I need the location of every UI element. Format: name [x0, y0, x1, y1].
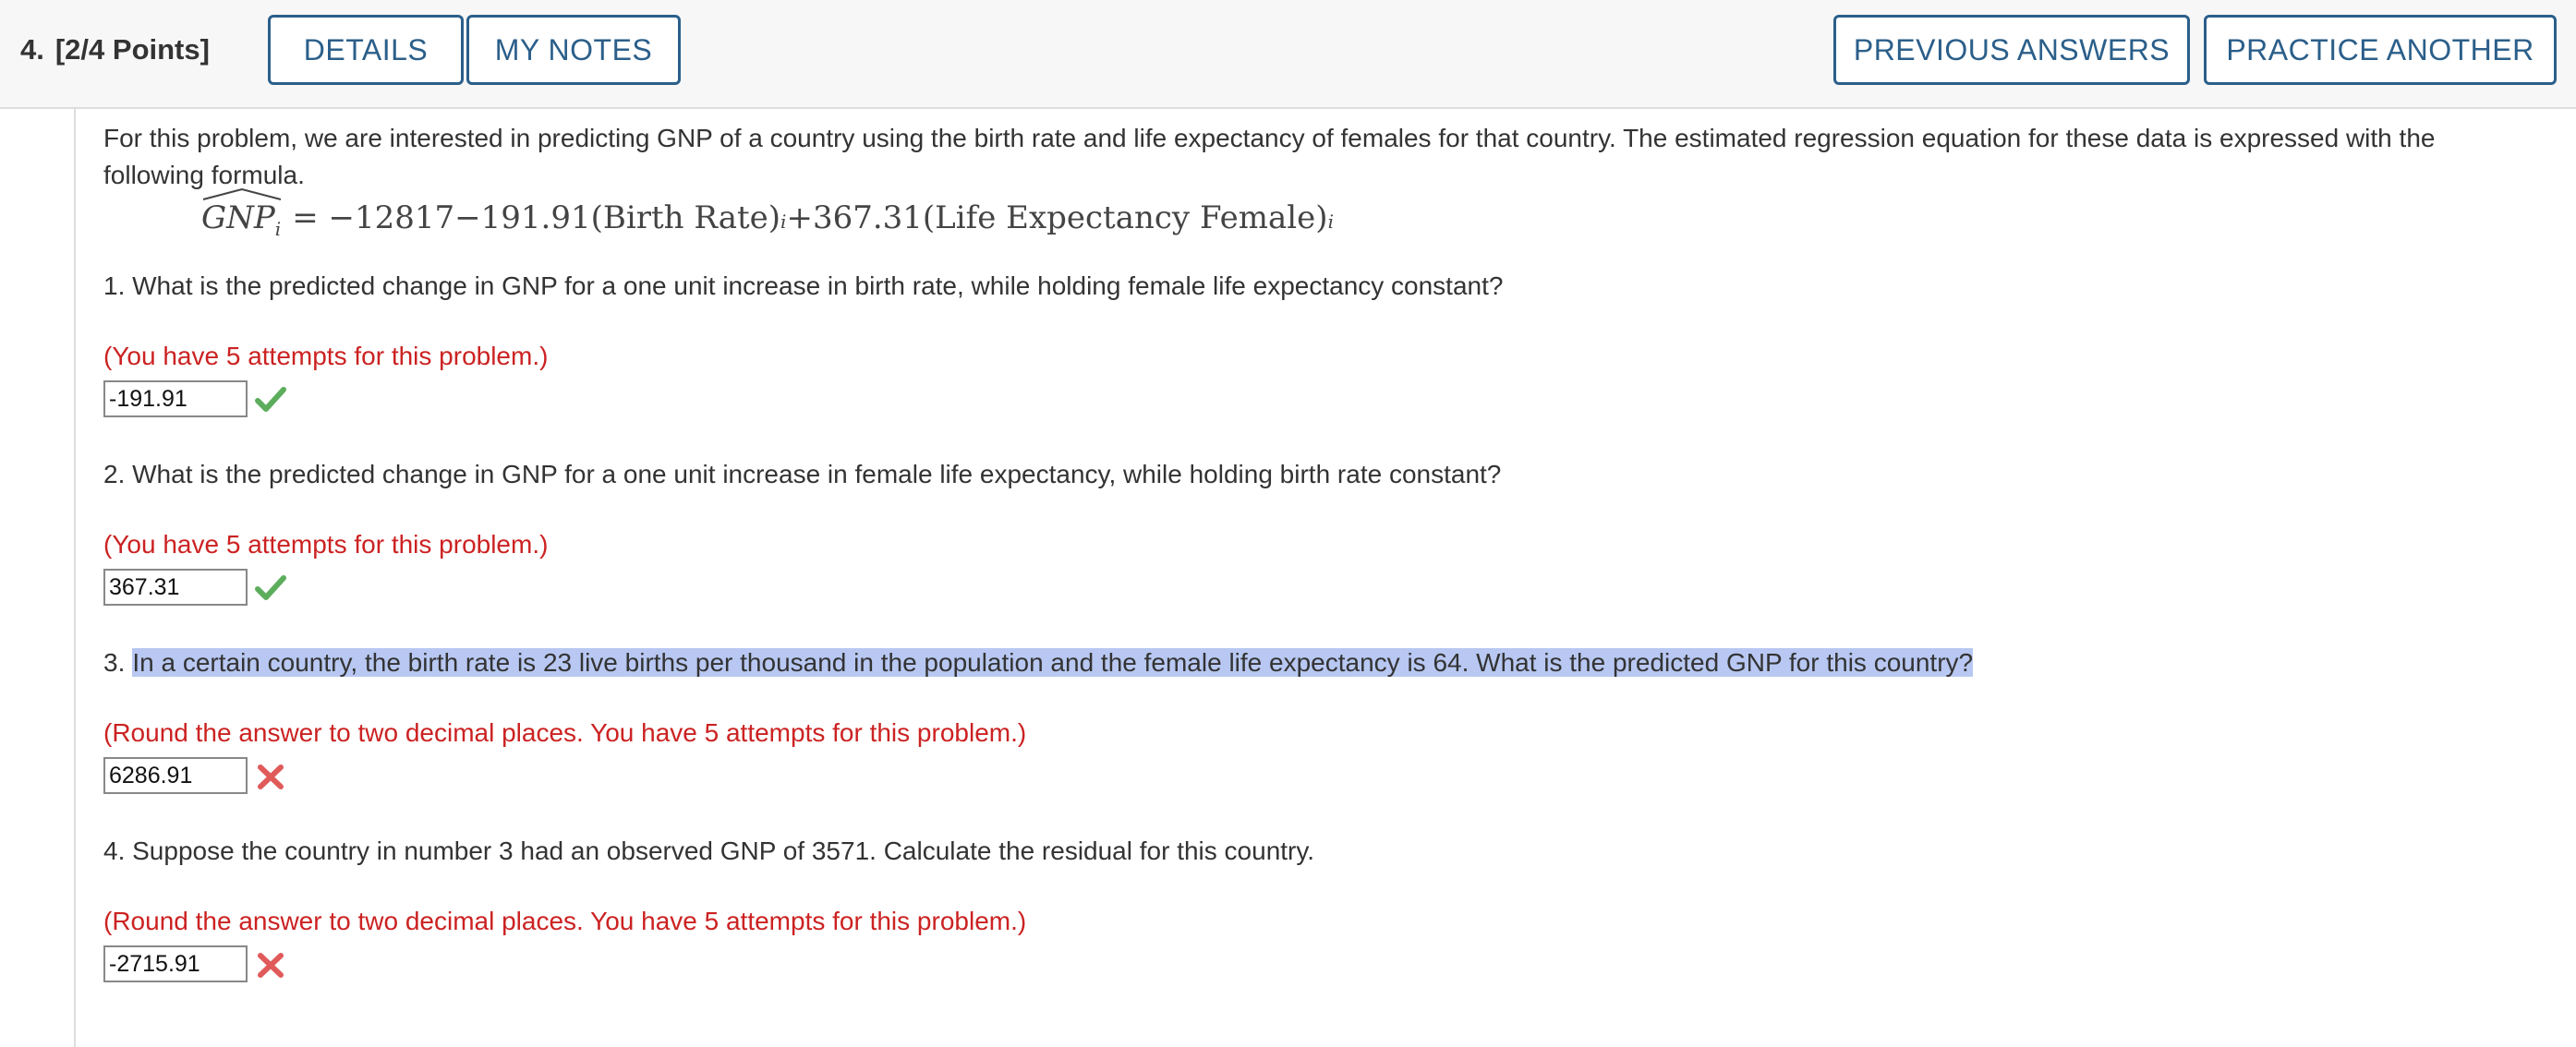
question-3-text: 3. In a certain country, the birth rate i…	[103, 644, 1974, 681]
checkmark-icon	[255, 575, 286, 600]
checkmark-icon	[255, 387, 286, 412]
hat-icon	[202, 187, 282, 200]
x-mark-icon	[258, 953, 284, 978]
question-4-text: 4. Suppose the country in number 3 had a…	[103, 836, 1315, 865]
formula-subscript: i	[1327, 211, 1334, 233]
question-title: 4. [2/4 Points]	[20, 33, 210, 66]
question-3-answer-input[interactable]	[103, 757, 248, 794]
question-points: [2/4 Points]	[54, 33, 210, 66]
problem-intro: For this problem, we are interested in p…	[103, 124, 2436, 189]
details-button[interactable]: DETAILS	[268, 15, 464, 85]
question-4-attempts: (Round the answer to two decimal places.…	[103, 907, 1027, 935]
question-header: 4. [2/4 Points] DETAILS MY NOTES PREVIOU…	[0, 0, 2576, 109]
formula-term-life-expectancy: +367.31(Life Expectancy Female)	[786, 199, 1328, 236]
question-1-attempts: (You have 5 attempts for this problem.)	[103, 342, 549, 370]
question-1-answer-input[interactable]	[103, 380, 248, 417]
regression-formula: GNPi = −12817−191.91(Birth Rate) i +367.3…	[201, 187, 1334, 240]
question-2-text: 2. What is the predicted change in GNP f…	[103, 460, 1502, 488]
x-mark-icon	[258, 764, 284, 789]
question-4-answer-input[interactable]	[103, 945, 248, 982]
question-3-attempts: (Round the answer to two decimal places.…	[103, 718, 1027, 747]
question-2-answer-input[interactable]	[103, 569, 248, 606]
question-number: 4.	[20, 33, 44, 66]
question-1-text: 1. What is the predicted change in GNP f…	[103, 271, 1504, 300]
question-content: For this problem, we are interested in p…	[74, 107, 2576, 1047]
formula-lhs: GNPi	[201, 187, 282, 240]
question-3-highlighted-text: In a certain country, the birth rate is …	[132, 648, 1974, 677]
my-notes-button[interactable]: MY NOTES	[466, 15, 681, 85]
previous-answers-button[interactable]: PREVIOUS ANSWERS	[1833, 15, 2190, 85]
question-2-attempts: (You have 5 attempts for this problem.)	[103, 530, 549, 559]
question-3-number: 3.	[103, 648, 126, 677]
formula-term-birth-rate: = −12817−191.91(Birth Rate)	[292, 199, 781, 236]
practice-another-button[interactable]: PRACTICE ANOTHER	[2204, 15, 2557, 85]
